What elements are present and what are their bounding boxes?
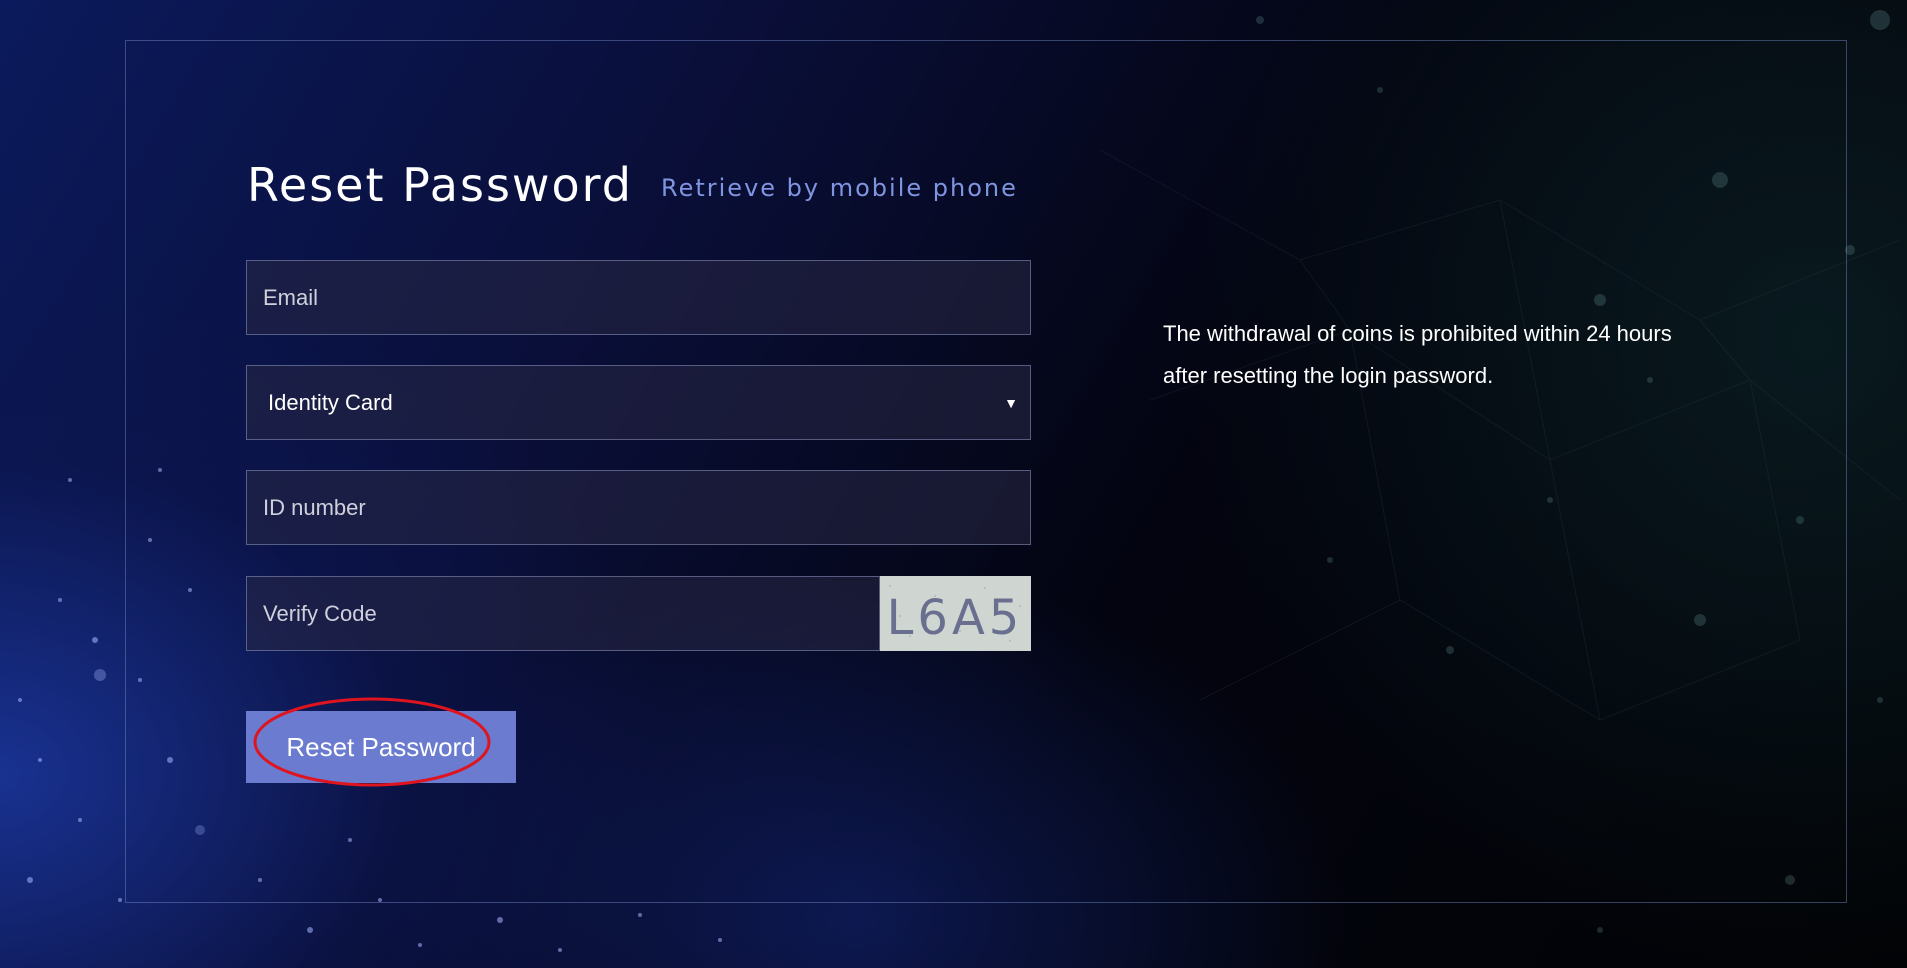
retrieve-by-phone-link[interactable]: Retrieve by mobile phone [661,174,1018,202]
verify-code-input[interactable] [263,577,879,650]
notice-line-2: after resetting the login password. [1163,363,1494,388]
captcha-text: L6A5 [887,590,1024,646]
email-field[interactable] [246,260,1031,335]
email-input[interactable] [263,261,1030,334]
id-type-select[interactable]: Identity Card ▼ [246,365,1031,440]
page-title: Reset Password [247,158,633,212]
captcha-graphic: L6A5 [880,576,1031,651]
captcha-image[interactable]: L6A5 [880,576,1031,651]
id-number-field[interactable] [246,470,1031,545]
verify-code-field[interactable] [246,576,880,651]
withdrawal-notice: The withdrawal of coins is prohibited wi… [1163,313,1763,397]
reset-password-button[interactable]: Reset Password [246,711,516,783]
notice-line-1: The withdrawal of coins is prohibited wi… [1163,321,1672,346]
id-number-input[interactable] [263,471,1030,544]
id-type-selected-value: Identity Card [268,389,393,415]
dropdown-caret-icon: ▼ [1004,394,1018,411]
